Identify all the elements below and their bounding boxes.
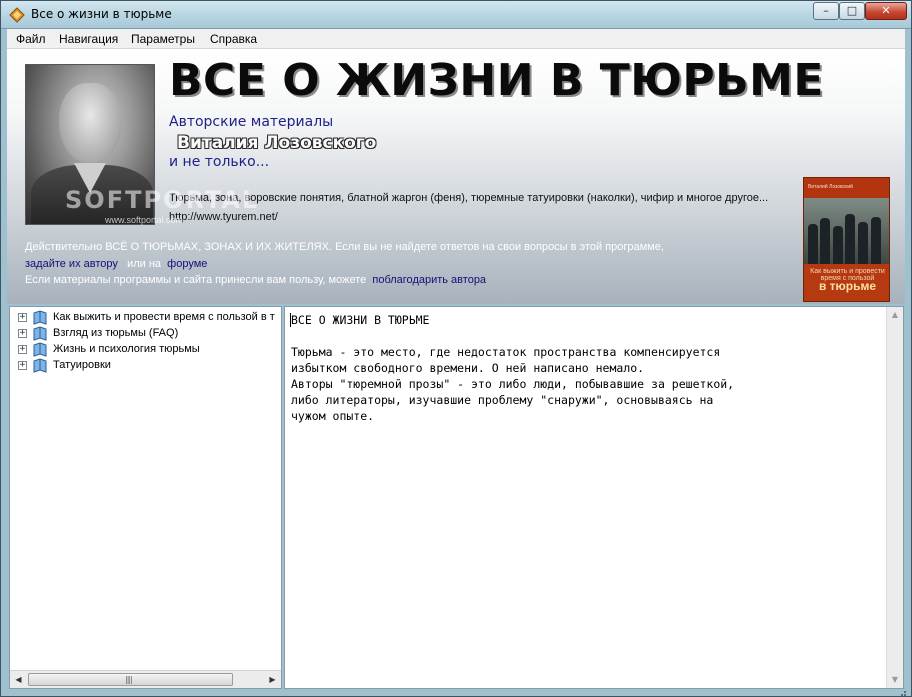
- info-or-text: или на: [127, 258, 162, 270]
- resize-grip-icon[interactable]: [897, 689, 907, 697]
- minimize-button[interactable]: –: [813, 2, 839, 20]
- book-icon: [33, 310, 47, 325]
- menu-navigation[interactable]: Навигация: [59, 32, 118, 46]
- book-figure: [808, 224, 818, 264]
- expand-icon[interactable]: +: [18, 329, 27, 338]
- expand-icon[interactable]: +: [18, 361, 27, 370]
- navigation-tree[interactable]: + Как выжить и провести время с пользой …: [9, 306, 282, 689]
- tree-item-label: Жизнь и психология тюрьмы: [53, 343, 200, 355]
- forum-link[interactable]: форуме: [167, 258, 207, 270]
- book-figure: [820, 218, 830, 264]
- tree-item-label: Взгляд из тюрьмы (FAQ): [53, 327, 179, 339]
- book-icon: [33, 326, 47, 341]
- banner-subtitle-2: и не только...: [169, 154, 270, 170]
- window-title: Все о жизни в тюрьме: [31, 7, 172, 21]
- book-author: Виталий Лозовский: [808, 184, 853, 190]
- book-icon: [33, 342, 47, 357]
- thank-prompt: Если материалы программы и сайта принесл…: [25, 274, 367, 286]
- content-line: [291, 328, 881, 344]
- banner-subtitle: Авторские материалы: [169, 114, 334, 130]
- content-line: Авторы "тюремной прозы" - это либо люди,…: [291, 377, 735, 391]
- book-figure: [871, 217, 881, 264]
- book-title: в тюрьме: [818, 279, 877, 293]
- scroll-down-icon[interactable]: ▼: [887, 672, 903, 688]
- content-line: ВСЕ О ЖИЗНИ В ТЮРЬМЕ: [291, 313, 430, 327]
- photo-head: [59, 83, 121, 163]
- book-figure: [858, 222, 868, 264]
- expand-icon[interactable]: +: [18, 345, 27, 354]
- softportal-watermark: SOFTPORTAL: [65, 186, 260, 214]
- book-cover-photo: [804, 198, 889, 264]
- expand-icon[interactable]: +: [18, 313, 27, 322]
- tree-horizontal-scrollbar[interactable]: ◀ |||| ▶: [10, 670, 281, 688]
- book-figure: [833, 226, 843, 264]
- banner-title: ВСЕ О ЖИЗНИ В ТЮРЬМЕ: [169, 55, 824, 106]
- thank-author-link[interactable]: поблагодарить автора: [372, 274, 486, 286]
- content-text-area[interactable]: ВСЕ О ЖИЗНИ В ТЮРЬМЕ Тюрьма - это место,…: [284, 306, 904, 689]
- scroll-up-icon[interactable]: ▲: [887, 307, 903, 323]
- book-figure: [845, 214, 855, 264]
- maximize-button[interactable]: □: [839, 2, 865, 20]
- content-text: ВСЕ О ЖИЗНИ В ТЮРЬМЕ Тюрьма - это место,…: [291, 312, 881, 424]
- scroll-left-icon[interactable]: ◀: [10, 671, 27, 688]
- book-app-icon: [9, 7, 25, 23]
- tree-item-label: Как выжить и провести время с пользой в …: [53, 311, 275, 323]
- content-vertical-scrollbar[interactable]: ▲ ▼: [886, 307, 903, 688]
- close-button[interactable]: ✕: [865, 2, 907, 20]
- menu-file[interactable]: Файл: [16, 32, 46, 46]
- scrollbar-thumb[interactable]: ||||: [28, 673, 233, 686]
- tree-item-label: Татуировки: [53, 359, 111, 371]
- info-text-1: Действительно ВСЁ О ТЮРЬМАХ, ЗОНАХ И ИХ …: [25, 241, 664, 253]
- content-line: избытком свободного времени. О ней напис…: [291, 361, 645, 375]
- content-line: чужом опыте.: [291, 409, 375, 423]
- menu-bar: Файл Навигация Параметры Справка: [7, 29, 905, 49]
- info-text-3: Если материалы программы и сайта принесл…: [25, 274, 486, 286]
- content-line: Тюрьма - это место, где недостаток прост…: [291, 345, 721, 359]
- app-window: Все о жизни в тюрьме – □ ✕ Файл Навигаци…: [0, 0, 912, 697]
- title-bar[interactable]: Все о жизни в тюрьме – □ ✕: [1, 1, 911, 29]
- scroll-right-icon[interactable]: ▶: [264, 671, 281, 688]
- menu-help[interactable]: Справка: [210, 32, 257, 46]
- content-line: либо литераторы, изучавшие проблему "сна…: [291, 393, 714, 407]
- menu-parameters[interactable]: Параметры: [131, 32, 195, 46]
- ask-author-link[interactable]: задайте их автору: [25, 258, 118, 270]
- book-cover: Виталий Лозовский Как выжить и провести …: [803, 177, 890, 302]
- book-icon: [33, 358, 47, 373]
- grip-icon: ||||: [125, 675, 133, 684]
- header-banner: ВСЕ О ЖИЗНИ В ТЮРЬМЕ Авторские материалы…: [7, 49, 905, 304]
- softportal-watermark-url: www.softportal.com: [105, 215, 184, 225]
- author-name: Виталия Лозовского: [177, 133, 377, 153]
- info-text-2: задайте их автору или на форуме: [25, 258, 207, 270]
